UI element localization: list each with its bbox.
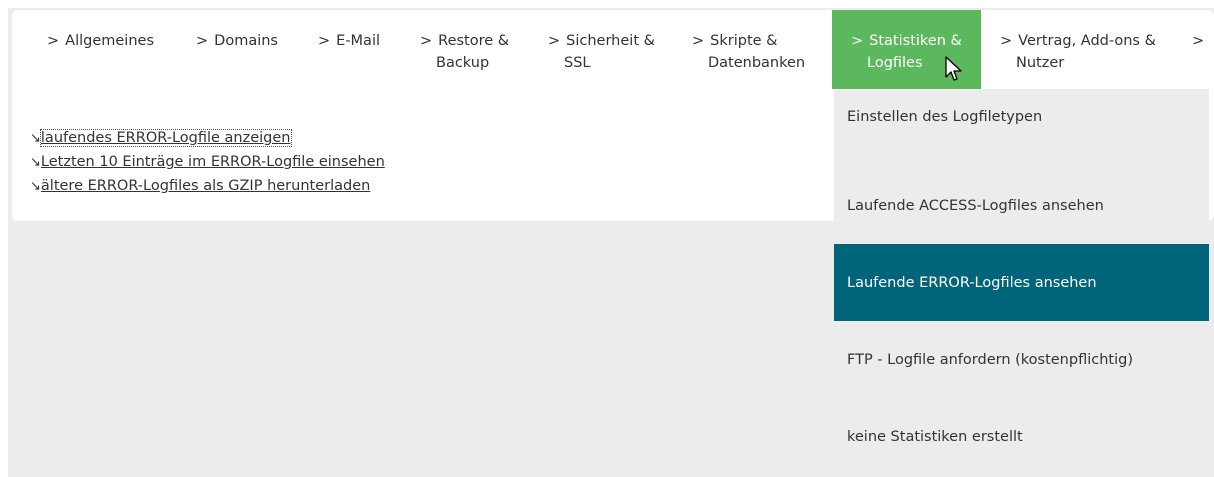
menu-item-logfiletyp[interactable]: Einstellen des Logfiletypen	[834, 89, 1209, 167]
chevron-right-icon: >	[851, 33, 864, 49]
chevron-right-icon: >	[196, 33, 209, 49]
chevron-right-icon: >	[548, 33, 561, 49]
chevron-right-icon: >	[1000, 33, 1013, 49]
link-download-gzip[interactable]: ältere ERROR-Logfiles als GZIP herunterl…	[41, 178, 370, 194]
nav-item-allgemeines[interactable]: > Allgemeines	[47, 10, 154, 89]
chevron-right-icon: >	[318, 33, 331, 49]
nav-item-email[interactable]: > E-Mail	[318, 10, 380, 89]
statistiken-dropdown-menu: Einstellen des Logfiletypen Laufende ACC…	[834, 89, 1209, 477]
menu-item-error-logfiles[interactable]: Laufende ERROR-Logfiles ansehen	[834, 244, 1209, 321]
link-last-10-entries[interactable]: Letzten 10 Einträge im ERROR-Logfile ein…	[41, 154, 385, 170]
list-item: ↘ältere ERROR-Logfiles als GZIP herunter…	[30, 174, 385, 198]
chevron-right-icon: >	[47, 33, 60, 49]
chevron-right-icon: >	[420, 33, 433, 49]
list-item: ↘Letzten 10 Einträge im ERROR-Logfile ei…	[30, 150, 385, 174]
nav-item-domains[interactable]: > Domains	[196, 10, 278, 89]
menu-item-keine-statistiken[interactable]: keine Statistiken erstellt	[834, 398, 1209, 475]
link-current-error-logfile[interactable]: laufendes ERROR-Logfile anzeigen	[39, 129, 292, 147]
chevron-right-icon: >	[1192, 33, 1205, 49]
mouse-cursor-icon	[945, 56, 962, 81]
arrow-down-right-icon: ↘	[30, 155, 41, 170]
chevron-right-icon: >	[692, 33, 705, 49]
menu-item-ftp-logfile[interactable]: FTP - Logfile anfordern (kostenpflichtig…	[834, 321, 1209, 398]
menu-item-access-logfiles[interactable]: Laufende ACCESS-Logfiles ansehen	[834, 167, 1209, 244]
logfile-links: ↘laufendes ERROR-Logfile anzeigen ↘Letzt…	[30, 126, 385, 198]
nav-overflow-chevron[interactable]: >	[1192, 10, 1204, 89]
nav-item-sicherheit-ssl[interactable]: > Sicherheit & SSL	[548, 10, 655, 89]
arrow-down-right-icon: ↘	[30, 131, 41, 146]
nav-item-skripte-datenbanken[interactable]: > Skripte & Datenbanken	[692, 10, 805, 89]
arrow-down-right-icon: ↘	[30, 179, 41, 194]
nav-item-vertrag-addons-nutzer[interactable]: > Vertrag, Add-ons & Nutzer	[1000, 10, 1156, 89]
nav-item-restore-backup[interactable]: > Restore & Backup	[420, 10, 509, 89]
list-item: ↘laufendes ERROR-Logfile anzeigen	[30, 126, 385, 150]
